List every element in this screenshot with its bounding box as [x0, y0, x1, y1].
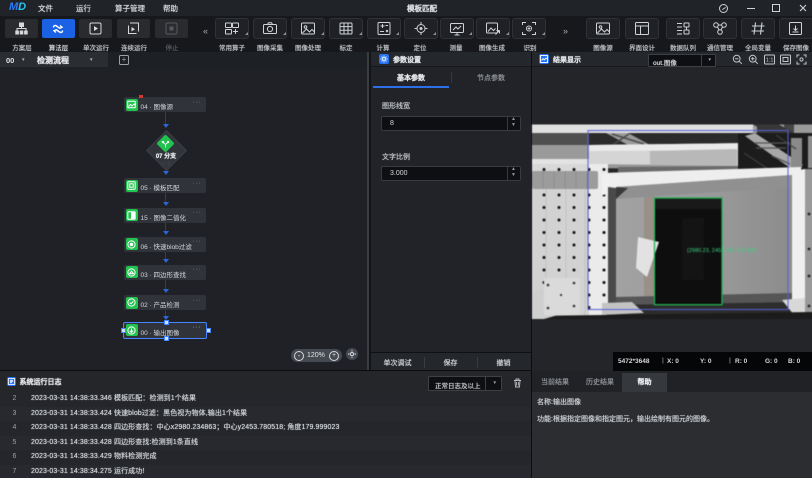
svg-text:(2980.23, 2453.78); 179.999: (2980.23, 2453.78); 179.999	[687, 248, 756, 254]
svg-text:1:1: 1:1	[766, 58, 774, 64]
